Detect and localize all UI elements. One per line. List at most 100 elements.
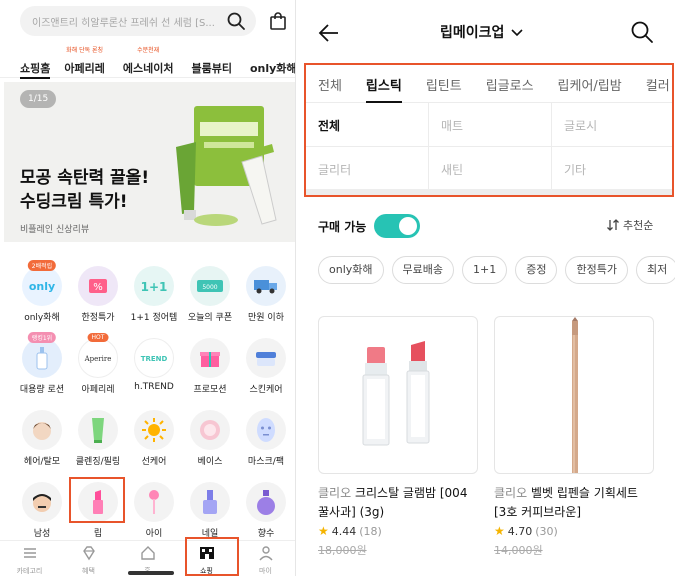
- shortcut-promotion[interactable]: 프로모션: [182, 338, 238, 395]
- chip-only-hwahae[interactable]: only화해: [318, 256, 384, 284]
- subcat-glitter[interactable]: 글리터: [306, 147, 429, 191]
- rating-value: 4.70: [507, 524, 533, 538]
- banner-pager: 1/15: [20, 90, 57, 108]
- nav-label: 혜택: [82, 567, 95, 575]
- shortcut-one-plus-one[interactable]: 1+1 1+1 정어템: [126, 266, 182, 323]
- available-toggle[interactable]: [374, 214, 421, 238]
- svg-text:%: %: [93, 282, 103, 293]
- gift-box-icon: [200, 352, 220, 367]
- shortcut-label: 만원 이하: [248, 313, 284, 323]
- subcat-satin[interactable]: 새틴: [429, 147, 552, 191]
- coupon-icon: 5000: [197, 280, 223, 292]
- shortcut-under-10000[interactable]: 만원 이하: [238, 266, 294, 323]
- search-input[interactable]: 이즈앤트리 히알루론산 프레쉬 선 세럼 [S...: [20, 6, 256, 36]
- tab-snature[interactable]: 수분천재 에스네이처: [123, 44, 174, 77]
- chip-one-plus-one[interactable]: 1+1: [462, 256, 508, 284]
- lip-category-tabs: 전체 립스틱 립틴트 립글로스 립케어/립밤 컬러: [306, 65, 672, 103]
- perfume-icon: [257, 490, 275, 515]
- tab-lip-tint[interactable]: 립틴트: [414, 65, 474, 102]
- tab-color[interactable]: 컬러: [634, 65, 672, 102]
- shortcut-cleansing[interactable]: 클렌징/필링: [70, 410, 126, 467]
- shortcut-today-coupon[interactable]: 5000 오늘의 쿠폰: [182, 266, 238, 323]
- tab-lip-gloss[interactable]: 립글로스: [474, 65, 546, 102]
- lip-balm-image: [362, 341, 430, 446]
- divider: [306, 189, 672, 195]
- shopping-bag-icon[interactable]: [268, 11, 288, 31]
- chip-limited-sale[interactable]: 한정특가: [565, 256, 628, 284]
- shortcut-h-trend[interactable]: TREND h.TREND: [126, 338, 182, 392]
- tab-lipstick[interactable]: 립스틱: [354, 65, 414, 103]
- shortcut-label: 오늘의 쿠폰: [187, 313, 233, 323]
- one-plus-one-icon: 1+1: [141, 280, 168, 294]
- trend-logo-icon: TREND: [141, 355, 168, 363]
- tab-only-hwahae[interactable]: only화해: [249, 44, 296, 77]
- category-title-dropdown[interactable]: 립메이크업: [440, 22, 524, 42]
- back-arrow-icon[interactable]: [318, 22, 340, 44]
- chip-lowest[interactable]: 최저: [635, 256, 675, 284]
- product-name: 클리오 크리스탈 글램밤 [004 꿀사과] (3g): [318, 484, 478, 522]
- shortcut-large-lotion[interactable]: 랭킹1위 대용량 로션: [14, 332, 70, 395]
- tab-label: only화해: [249, 62, 296, 75]
- nav-label: 카테고리: [16, 567, 43, 575]
- chip-gift[interactable]: 증정: [515, 256, 558, 284]
- product-card[interactable]: 클리오 벨벳 립펜슬 기획세트 [3호 커피브라운] ★ 4.70 (30) 1…: [494, 316, 654, 558]
- shortcut-perfume[interactable]: 향수: [238, 482, 294, 539]
- shortcut-label: 헤어/탈모: [23, 457, 61, 467]
- filter-chips: only화해 무료배송 1+1 증정 한정특가 최저: [318, 256, 675, 286]
- shortcut-suncare[interactable]: 선케어: [126, 410, 182, 467]
- tab-sup-label: 수분천재: [137, 47, 160, 54]
- person-icon: [258, 546, 273, 561]
- product-rating: ★ 4.44 (18): [318, 524, 478, 538]
- category-header: 립메이크업: [300, 0, 675, 62]
- shortcut-nail[interactable]: 네일: [182, 482, 238, 539]
- subcategory-row: 글리터 새틴 기타: [306, 147, 672, 191]
- nav-category[interactable]: 카테고리: [0, 541, 59, 576]
- shortcut-men[interactable]: 남성: [14, 482, 70, 539]
- shortcut-label: h.TREND: [134, 382, 174, 392]
- chevron-down-icon: [511, 29, 523, 37]
- shortcut-hair[interactable]: 헤어/탈모: [14, 410, 70, 467]
- percent-tag-icon: %: [89, 279, 107, 293]
- subcat-glossy[interactable]: 글로시: [552, 103, 672, 146]
- subcat-etc[interactable]: 기타: [552, 147, 672, 191]
- shortcut-aperire[interactable]: HOT Aperire 아페리레: [70, 333, 126, 395]
- star-icon: ★: [494, 524, 505, 538]
- shortcut-base[interactable]: 베이스: [182, 410, 238, 467]
- promo-banner[interactable]: 1/15 모공 속탄력 끌올! 수딩크림 특가! 비플레인 신상리뷰: [4, 82, 295, 242]
- review-count: (18): [359, 524, 382, 538]
- tab-shopping-home[interactable]: 쇼핑홈: [20, 44, 51, 79]
- tab-label: 아페리레: [64, 62, 105, 75]
- subcat-all[interactable]: 전체: [306, 103, 429, 146]
- shortcut-mask-pack[interactable]: 마스크/팩: [238, 410, 294, 467]
- nav-my[interactable]: 마이: [236, 541, 295, 576]
- tab-aperire[interactable]: 화해 단독 론칭 아페리레: [64, 44, 104, 77]
- product-card[interactable]: 클리오 크리스탈 글램밤 [004 꿀사과] (3g) ★ 4.44 (18) …: [318, 316, 478, 558]
- search-icon[interactable]: [630, 20, 654, 44]
- tab-all[interactable]: 전체: [306, 65, 354, 102]
- shortcut-label: 남성: [33, 529, 51, 539]
- search-icon[interactable]: [226, 11, 246, 31]
- shortcut-eye[interactable]: 아이: [126, 482, 182, 539]
- product-brand: 클리오: [318, 486, 352, 500]
- sort-button[interactable]: 추천순: [606, 217, 653, 233]
- chip-free-shipping[interactable]: 무료배송: [391, 256, 454, 284]
- lip-makeup-panel: 립메이크업 전체 립스틱 립틴트 립글로스 립케어/립밤 컬러 전체 매트 글로…: [300, 0, 675, 576]
- tab-sup-label: 화해 단독 론칭: [66, 47, 104, 54]
- diamond-icon: [82, 546, 95, 561]
- shortcut-limited-sale[interactable]: % 한정특가: [70, 266, 126, 323]
- star-icon: ★: [318, 524, 329, 538]
- tab-bloom-beauty[interactable]: 블룸뷰티: [191, 44, 231, 77]
- svg-text:1+1: 1+1: [141, 280, 168, 294]
- shortcut-badge: HOT: [87, 333, 109, 342]
- search-row: 이즈앤트리 히알루론산 프레쉬 선 세럼 [S...: [20, 6, 295, 36]
- available-filter: 구매 가능: [318, 214, 421, 238]
- subcat-matte[interactable]: 매트: [429, 103, 552, 146]
- shortcut-label: 프로모션: [193, 385, 227, 395]
- svg-text:5000: 5000: [202, 284, 217, 291]
- shortcut-only-hwahae[interactable]: 2배적립 only only화해: [14, 260, 70, 323]
- shortcut-skincare[interactable]: 스킨케어: [238, 338, 294, 395]
- tab-lip-care[interactable]: 립케어/립밤: [546, 65, 634, 102]
- shopping-home-panel: 이즈앤트리 히알루론산 프레쉬 선 세럼 [S... 쇼핑홈 화해 단독 론칭 …: [0, 0, 296, 576]
- nav-benefits[interactable]: 혜택: [59, 541, 118, 576]
- product-price: 18,000원: [318, 544, 367, 557]
